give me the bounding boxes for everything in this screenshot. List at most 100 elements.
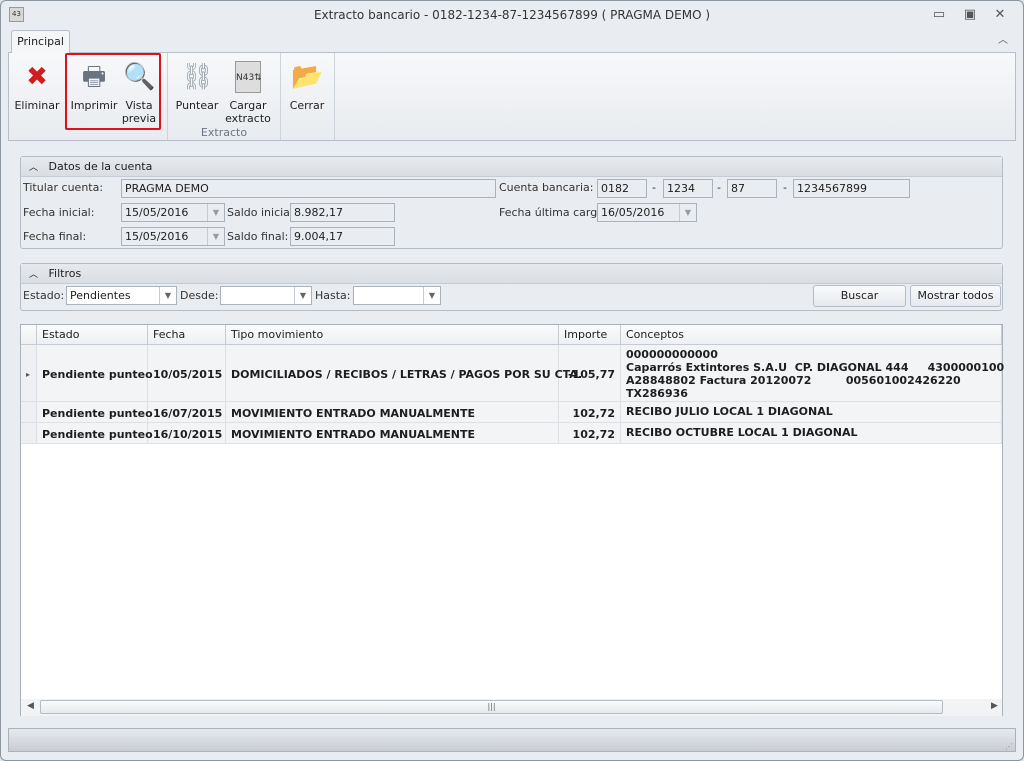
- cell-fecha[interactable]: 10/05/2015: [148, 345, 226, 401]
- scroll-left-icon[interactable]: ◀: [27, 701, 34, 711]
- cell-tipo[interactable]: DOMICILIADOS / RECIBOS / LETRAS / PAGOS …: [226, 345, 582, 401]
- desde-label: Desde:: [180, 289, 219, 302]
- printer-icon: 🖶: [81, 62, 107, 92]
- datos-cuenta-panel: ︿ Datos de la cuenta Titular cuenta: PRA…: [20, 156, 1003, 249]
- cuenta-dc-field[interactable]: 87: [727, 179, 777, 198]
- hasta-label: Hasta:: [315, 289, 351, 302]
- dash: -: [717, 181, 721, 194]
- column-header-importe[interactable]: Importe: [559, 325, 621, 345]
- column-header-estado[interactable]: Estado: [37, 325, 148, 345]
- preview-magnifier-icon: 🔍: [123, 62, 156, 92]
- scroll-thumb[interactable]: |||: [40, 700, 943, 714]
- cuenta-oficina-field[interactable]: 1234: [663, 179, 713, 198]
- chevron-down-icon[interactable]: ▼: [159, 287, 176, 304]
- tab-principal[interactable]: Principal: [11, 30, 70, 53]
- resize-grip-icon[interactable]: ⋰: [1005, 742, 1013, 751]
- minimize-button[interactable]: ▭: [929, 6, 949, 24]
- titular-field[interactable]: PRAGMA DEMO: [121, 179, 496, 198]
- chevron-down-icon[interactable]: ▼: [207, 228, 224, 245]
- chain-link-icon: ⛓: [181, 62, 215, 92]
- chevron-down-icon[interactable]: ▼: [207, 204, 224, 221]
- table-row[interactable]: Pendiente punteo 16/10/2015 MOVIMIENTO ENT…: [21, 423, 1002, 444]
- hasta-date[interactable]: ▼: [353, 286, 441, 305]
- row-indicator-header: [21, 325, 37, 345]
- cell-conceptos[interactable]: 000000000000 Caparrós Extintores S.A.U C…: [621, 345, 1004, 401]
- saldo-inicial-field[interactable]: 8.982,17: [290, 203, 395, 222]
- row-indicator[interactable]: ▸: [21, 345, 37, 401]
- fecha-final-value: 15/05/2016: [125, 230, 189, 243]
- cargar-extracto-button[interactable]: N43⇅ Cargar extracto: [223, 57, 273, 125]
- puntear-button[interactable]: ⛓ Puntear: [173, 57, 221, 112]
- column-header-conceptos[interactable]: Conceptos: [621, 325, 1002, 345]
- chevron-down-icon[interactable]: ▼: [679, 204, 696, 221]
- divider: [334, 53, 335, 140]
- saldo-inicial-label: Saldo inicial:: [227, 206, 297, 219]
- desde-date[interactable]: ▼: [220, 286, 312, 305]
- eliminar-button[interactable]: ✖ Eliminar: [13, 57, 61, 112]
- row-indicator[interactable]: [21, 402, 37, 422]
- saldo-final-label: Saldo final:: [227, 230, 289, 243]
- fecha-ultima-carga-field[interactable]: 16/05/2016 ▼: [597, 203, 697, 222]
- column-header-fecha[interactable]: Fecha: [148, 325, 226, 345]
- datos-header[interactable]: ︿ Datos de la cuenta: [21, 157, 1002, 177]
- cerrar-button[interactable]: 📂 Cerrar: [285, 57, 329, 112]
- cuenta-entidad-field[interactable]: 0182: [597, 179, 647, 198]
- mostrar-todos-button[interactable]: Mostrar todos: [910, 285, 1001, 307]
- cell-importe[interactable]: 102,72: [559, 423, 621, 443]
- estado-select[interactable]: Pendientes ▼: [66, 286, 177, 305]
- dash: -: [652, 181, 656, 194]
- cell-fecha[interactable]: 16/07/2015: [148, 402, 226, 422]
- fecha-inicial-label: Fecha inicial:: [23, 206, 95, 219]
- scroll-right-icon[interactable]: ▶: [991, 701, 998, 711]
- cell-estado[interactable]: Pendiente punteo: [37, 402, 153, 422]
- cuenta-bancaria-label: Cuenta bancaria:: [499, 181, 594, 194]
- filtros-header[interactable]: ︿ Filtros: [21, 264, 1002, 284]
- puntear-label: Puntear: [175, 99, 219, 112]
- filtros-title: Filtros: [48, 267, 82, 280]
- filtros-panel: ︿ Filtros Estado: Pendientes ▼ Desde: ▼ H…: [20, 263, 1003, 311]
- extracto-label: extracto: [225, 112, 271, 125]
- column-header-tipo[interactable]: Tipo movimiento: [226, 325, 559, 345]
- collapse-ribbon-icon[interactable]: ︿: [993, 32, 1013, 50]
- cell-conceptos[interactable]: RECIBO OCTUBRE LOCAL 1 DIAGONAL: [621, 423, 1002, 443]
- cuenta-numero-field[interactable]: 1234567899: [793, 179, 910, 198]
- buscar-button[interactable]: Buscar: [813, 285, 906, 307]
- saldo-final-field[interactable]: 9.004,17: [290, 227, 395, 246]
- cell-tipo[interactable]: MOVIMIENTO ENTRADO MANUALMENTE: [226, 402, 559, 422]
- chevron-down-icon[interactable]: ▼: [423, 287, 440, 304]
- imprimir-button[interactable]: 🖶 Imprimir: [69, 57, 119, 112]
- collapse-icon[interactable]: ︿: [29, 270, 38, 280]
- close-button[interactable]: ✕: [990, 6, 1010, 24]
- cell-importe[interactable]: 102,72: [559, 402, 621, 422]
- row-indicator[interactable]: [21, 423, 37, 443]
- horizontal-scrollbar[interactable]: ◀ ||| ▶: [21, 699, 1002, 716]
- datos-title: Datos de la cuenta: [48, 160, 153, 173]
- table-row[interactable]: ▸ Pendiente punteo 10/05/2015 DOMICILIADOS …: [21, 345, 1004, 402]
- cell-estado[interactable]: Pendiente punteo: [37, 345, 153, 401]
- ribbon: ✖ Eliminar 🖶 Imprimir 🔍 Vista previa ⛓ P…: [8, 52, 1016, 141]
- status-bar: ⋰: [8, 728, 1016, 752]
- titular-label: Titular cuenta:: [23, 181, 104, 194]
- cerrar-label: Cerrar: [289, 99, 325, 112]
- table-row[interactable]: Pendiente punteo 16/07/2015 MOVIMIENTO ENT…: [21, 402, 1002, 423]
- window-title: Extracto bancario - 0182-1234-87-1234567…: [313, 8, 711, 22]
- vista-previa-button[interactable]: 🔍 Vista previa: [117, 57, 161, 125]
- cell-conceptos[interactable]: RECIBO JULIO LOCAL 1 DIAGONAL: [621, 402, 1002, 422]
- collapse-icon[interactable]: ︿: [29, 163, 38, 173]
- fecha-final-label: Fecha final:: [23, 230, 87, 243]
- chevron-down-icon[interactable]: ▼: [294, 287, 311, 304]
- fecha-final-field[interactable]: 15/05/2016 ▼: [121, 227, 225, 246]
- movements-grid: Estado Fecha Tipo movimiento Importe Con…: [20, 324, 1004, 716]
- group-label-extracto: Extracto: [200, 126, 248, 139]
- cell-estado[interactable]: Pendiente punteo: [37, 423, 153, 443]
- maximize-button[interactable]: ▣: [960, 6, 980, 24]
- cell-fecha[interactable]: 16/10/2015: [148, 423, 226, 443]
- dash: -: [783, 181, 787, 194]
- cell-importe[interactable]: -105,77: [559, 345, 621, 401]
- cargar-label: Cargar: [229, 99, 267, 112]
- fecha-ultima-carga-value: 16/05/2016: [601, 206, 665, 219]
- delete-x-icon: ✖: [26, 62, 48, 92]
- imprimir-label: Imprimir: [70, 99, 118, 112]
- cell-tipo[interactable]: MOVIMIENTO ENTRADO MANUALMENTE: [226, 423, 559, 443]
- fecha-inicial-field[interactable]: 15/05/2016 ▼: [121, 203, 225, 222]
